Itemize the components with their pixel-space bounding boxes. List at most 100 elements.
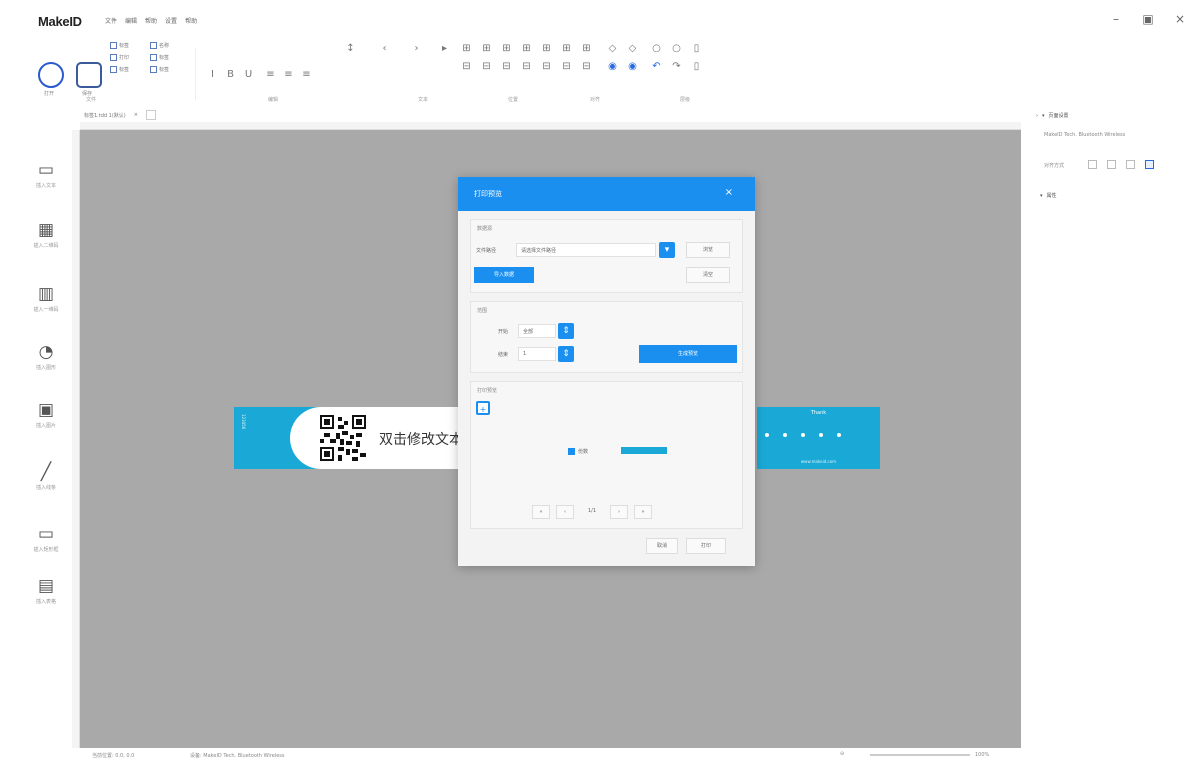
align-option-icon[interactable] [1145,160,1154,169]
properties-header[interactable]: ▾ 属性 [1040,192,1057,200]
same-width-icon[interactable]: ⊞ [562,44,571,54]
bold-icon[interactable]: B [226,70,235,80]
generate-preview-button[interactable]: 生成预览 [639,345,737,363]
checkbox-icon[interactable] [568,448,575,455]
ribbon-check-6[interactable]: 标签 [150,66,169,73]
distribute-v-icon[interactable]: ⊞ [542,44,551,54]
tool-insert-line[interactable]: ╱ 插入线条 [24,462,68,491]
preview-pager: « ‹ 1/1 › » [532,505,652,519]
end-input[interactable]: 1 [518,347,556,361]
dialog-header: 打印预览 × [458,177,755,211]
tool-insert-table[interactable]: ▤ 插入表格 [24,576,68,605]
unlock-icon[interactable]: ◉ [628,62,637,72]
start-input[interactable]: 全部 [518,324,556,338]
tab-close-icon[interactable]: × [134,112,138,118]
copy-icon[interactable]: ▯ [692,62,701,72]
file-path-input[interactable]: 请选择文件路径 [516,243,656,257]
align-center-icon[interactable]: ≡ [284,70,293,80]
end-stepper-icon[interactable]: ⇕ [558,346,574,362]
align-top-icon[interactable]: ⊞ [462,44,471,54]
page-settings-header[interactable]: › ▾ 页面设置 [1036,112,1069,120]
distribute-h-icon[interactable]: ⊞ [522,44,531,54]
font-arrow-icon[interactable]: ▸ [440,44,449,54]
ribbon-toolbar: 打开 保存 标签 打印 标签 名称 标签 标签 I B U ≡ ≡ ≡ ↕ ‹ … [0,40,1197,103]
tool-insert-image[interactable]: ▣ 插入图片 [24,400,68,429]
delete-icon[interactable]: ▯ [692,44,701,54]
last-page-button[interactable]: » [634,505,652,519]
align-option-icon[interactable] [1107,160,1116,169]
menu-help[interactable]: 帮助 [145,16,157,25]
same-size-icon[interactable]: ⊟ [562,62,571,72]
import-data-button[interactable]: 导入数据 [474,267,534,283]
label-right-footer: www.makeid.com [800,459,837,464]
grid-icon[interactable]: ⊟ [582,62,591,72]
clear-button[interactable]: 清空 [686,267,730,283]
tab-add-icon[interactable] [145,110,156,120]
next-page-button[interactable]: › [610,505,628,519]
label-text[interactable]: 双击修改文本 [379,429,459,449]
italic-icon[interactable]: I [208,70,217,80]
checkbox-icon [150,66,157,73]
ribbon-check-3[interactable]: 标签 [110,66,129,73]
maximize-icon[interactable]: ▣ [1141,12,1155,26]
add-preview-icon[interactable]: + [476,401,490,415]
redo-icon[interactable]: ↷ [672,62,681,72]
dialog-close-icon[interactable]: × [725,187,733,198]
tool-insert-qrcode[interactable]: ▦ 插入二维码 [24,220,68,249]
start-stepper-icon[interactable]: ⇕ [558,323,574,339]
font-size-down-icon[interactable]: ‹ [380,44,389,54]
folder-select-icon[interactable]: ▾ [659,242,675,258]
chevron-right-icon[interactable]: › [1036,113,1038,119]
align-left-obj-icon[interactable]: ⊟ [462,62,471,72]
ribbon-check-4[interactable]: 名称 [150,42,169,49]
browse-button[interactable]: 浏览 [686,242,730,258]
bring-front-icon[interactable]: ◇ [608,44,617,54]
same-height-icon[interactable]: ⊞ [582,44,591,54]
send-back-icon[interactable]: ◇ [628,44,637,54]
rotate-right-icon[interactable]: ○ [672,44,681,54]
align-left-icon[interactable]: ≡ [266,70,275,80]
ribbon-check-2[interactable]: 打印 [110,54,129,61]
dot-icon [765,433,769,437]
lock-icon[interactable]: ◉ [608,62,617,72]
menu-file[interactable]: 文件 [105,16,117,25]
qrcode-element[interactable] [320,415,366,461]
qrcode-icon: ▦ [37,220,55,240]
align-mode-label: 对齐方式 [1044,163,1065,169]
cancel-button[interactable]: 取消 [646,538,678,554]
align-center-obj-icon[interactable]: ⊟ [482,62,491,72]
center-h-icon[interactable]: ⊟ [522,62,531,72]
align-middle-icon[interactable]: ⊞ [482,44,491,54]
zoom-slider[interactable] [870,754,970,756]
ribbon-check-5[interactable]: 标签 [150,54,169,61]
menu-edit[interactable]: 编辑 [125,16,137,25]
align-option-icon[interactable] [1088,160,1097,169]
underline-icon[interactable]: U [244,70,253,80]
tool-insert-barcode[interactable]: ▥ 插入一维码 [24,284,68,313]
menu-about[interactable]: 帮助 [185,16,197,25]
align-bottom-icon[interactable]: ⊞ [502,44,511,54]
align-option-icon[interactable] [1126,160,1135,169]
tool-insert-shape[interactable]: ◔ 插入图形 [24,342,68,371]
tool-insert-text[interactable]: ▭ 插入文本 [24,160,68,189]
save-file-icon[interactable] [76,62,102,88]
font-size-up-icon[interactable]: › [412,44,421,54]
menu-settings[interactable]: 设置 [165,16,177,25]
ribbon-check-1[interactable]: 标签 [110,42,129,49]
prev-page-button[interactable]: ‹ [556,505,574,519]
open-file-icon[interactable] [38,62,64,88]
align-right-obj-icon[interactable]: ⊟ [502,62,511,72]
tool-insert-rect[interactable]: ▭ 插入矩形框 [24,524,68,553]
first-page-button[interactable]: « [532,505,550,519]
minimize-icon[interactable]: – [1109,12,1123,26]
document-tab[interactable]: 标签1.tdd 1(默认) × [80,108,190,122]
undo-icon[interactable]: ↶ [652,62,661,72]
close-icon[interactable]: × [1173,12,1187,26]
text-direction-icon[interactable]: ↕ [346,44,355,54]
align-right-icon[interactable]: ≡ [302,70,311,80]
center-v-icon[interactable]: ⊟ [542,62,551,72]
rotate-left-icon[interactable]: ○ [652,44,661,54]
label-background-right[interactable]: Thank www.makeid.com [757,407,880,469]
print-button[interactable]: 打印 [686,538,726,554]
zoom-out-icon[interactable]: ⊖ [840,751,844,757]
